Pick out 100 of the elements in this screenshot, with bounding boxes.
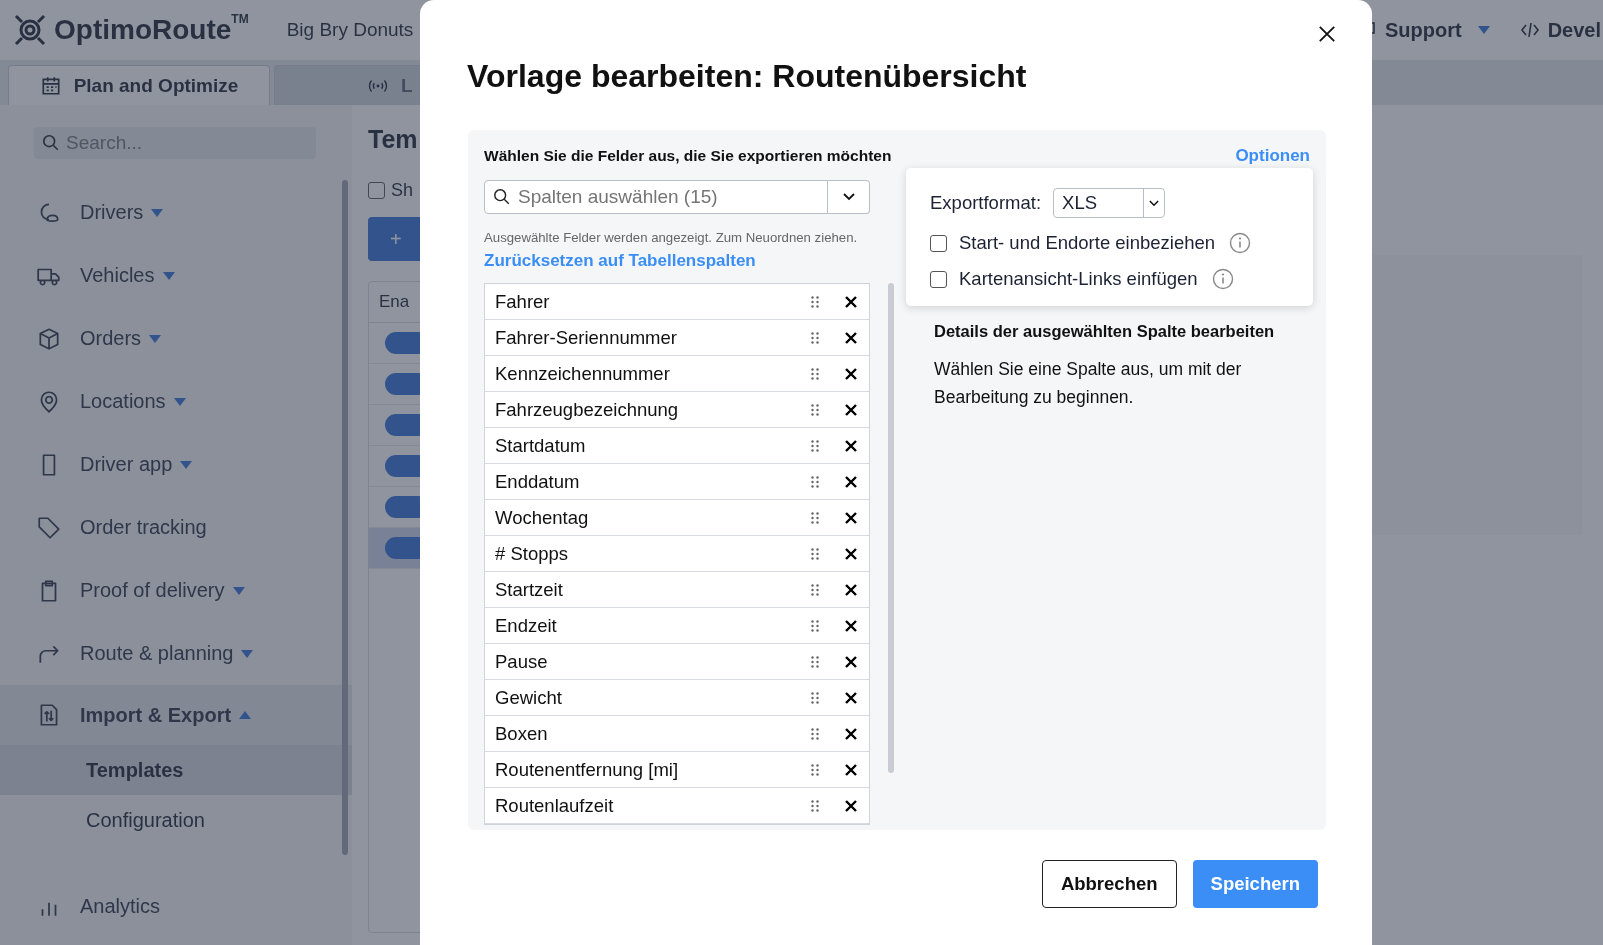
- sidebar-item[interactable]: Locations: [0, 370, 352, 433]
- field-name: # Stopps: [495, 542, 570, 565]
- drag-handle-icon[interactable]: [811, 331, 819, 344]
- scrollbar[interactable]: [342, 180, 348, 855]
- drag-handle-icon[interactable]: [811, 655, 819, 668]
- sidebar-subitem[interactable]: Templates: [0, 745, 352, 795]
- remove-icon[interactable]: [845, 439, 857, 452]
- field-name: Routenlaufzeit: [495, 794, 615, 817]
- sidebar-item[interactable]: Orders: [0, 307, 352, 370]
- drag-handle-icon[interactable]: [811, 475, 819, 488]
- calendar-icon: [39, 74, 62, 97]
- cancel-button[interactable]: Abbrechen: [1041, 860, 1177, 908]
- field-row[interactable]: # Stopps: [485, 536, 869, 572]
- remove-icon[interactable]: [845, 367, 857, 380]
- field-name: Gewicht: [495, 686, 563, 709]
- field-row[interactable]: Boxen: [485, 716, 869, 752]
- page-title: Tem: [368, 125, 418, 154]
- remove-icon[interactable]: [845, 727, 857, 740]
- checkbox-label: Start- und Endorte einbeziehen: [959, 232, 1216, 254]
- info-icon[interactable]: [1211, 268, 1234, 290]
- drag-handle-icon[interactable]: [811, 367, 819, 380]
- field-row[interactable]: Routenentfernung [mi]: [485, 752, 869, 788]
- field-row[interactable]: Endzeit: [485, 608, 869, 644]
- field-name: Endzeit: [495, 614, 558, 637]
- account-name: Big Bry Donuts: [286, 19, 414, 41]
- checkbox[interactable]: [368, 182, 385, 199]
- format-select[interactable]: XLS: [1053, 188, 1166, 218]
- sidebar-item[interactable]: Analytics: [0, 875, 352, 938]
- checkbox-label: Kartenansicht-Links einfügen: [959, 268, 1198, 290]
- drag-handle-icon[interactable]: [811, 619, 819, 632]
- field-row[interactable]: Wochentag: [485, 500, 869, 536]
- remove-icon[interactable]: [845, 763, 857, 776]
- drag-handle-icon[interactable]: [811, 295, 819, 308]
- search-icon: [42, 134, 60, 152]
- code-icon: [1519, 20, 1540, 40]
- options-link[interactable]: Optionen: [1235, 146, 1310, 166]
- field-name: Boxen: [495, 722, 549, 745]
- remove-icon[interactable]: [845, 295, 857, 308]
- column-header: Ena: [379, 292, 410, 312]
- logo-icon: [12, 12, 48, 48]
- sidebar-item[interactable]: Route & planning: [0, 622, 352, 685]
- scrollbar[interactable]: [888, 283, 894, 773]
- field-name: Fahrer-Seriennummer: [495, 326, 678, 349]
- dropdown-button[interactable]: [828, 180, 870, 214]
- drag-handle-icon[interactable]: [811, 547, 819, 560]
- drag-handle-icon[interactable]: [811, 727, 819, 740]
- save-button[interactable]: Speichern: [1192, 860, 1318, 908]
- field-name: Fahrer: [495, 290, 551, 313]
- field-row[interactable]: Fahrer: [485, 284, 869, 320]
- drag-handle-icon[interactable]: [811, 511, 819, 524]
- sidebar-item[interactable]: Proof of delivery: [0, 559, 352, 622]
- field-row[interactable]: Pause: [485, 644, 869, 680]
- hint-text: Ausgewählte Felder werden angezeigt. Zum Neuordnen ziehen.: [484, 230, 859, 245]
- field-row[interactable]: Gewicht: [485, 680, 869, 716]
- remove-icon[interactable]: [845, 331, 857, 344]
- checkbox[interactable]: [930, 270, 947, 288]
- field-row[interactable]: Kennzeichennummer: [485, 356, 869, 392]
- tab[interactable]: Plan and Optimize: [8, 65, 270, 105]
- caret-icon: [1477, 26, 1490, 34]
- remove-icon[interactable]: [845, 583, 857, 596]
- drag-handle-icon[interactable]: [811, 403, 819, 416]
- chevron-down-icon: [842, 193, 855, 201]
- remove-icon[interactable]: [845, 691, 857, 704]
- sidebar-item[interactable]: Driver app: [0, 433, 352, 496]
- drag-handle-icon[interactable]: [811, 799, 819, 812]
- remove-icon[interactable]: [845, 655, 857, 668]
- nav-link[interactable]: Devel: [1519, 18, 1601, 42]
- checkbox-label: Sh: [391, 180, 414, 201]
- sidebar-subitem[interactable]: Configuration: [0, 795, 352, 845]
- drag-handle-icon[interactable]: [811, 583, 819, 596]
- column-search-field[interactable]: Spalten auswählen (15): [484, 180, 828, 214]
- remove-icon[interactable]: [845, 619, 857, 632]
- drag-handle-icon[interactable]: [811, 439, 819, 452]
- info-icon[interactable]: [1229, 232, 1252, 254]
- close-icon[interactable]: [1318, 25, 1336, 43]
- remove-icon[interactable]: [845, 511, 857, 524]
- sidebar-item[interactable]: Order tracking: [0, 496, 352, 559]
- field-name: Routenentfernung [mi]: [495, 758, 680, 781]
- checkbox[interactable]: [930, 234, 947, 252]
- field-name: Wochentag: [495, 506, 590, 529]
- remove-icon[interactable]: [845, 547, 857, 560]
- field-row[interactable]: Fahrzeugbezeichnung: [485, 392, 869, 428]
- drag-handle-icon[interactable]: [811, 691, 819, 704]
- remove-icon[interactable]: [845, 799, 857, 812]
- field-row[interactable]: Fahrer-Seriennummer: [485, 320, 869, 356]
- field-row[interactable]: Enddatum: [485, 464, 869, 500]
- sidebar-item[interactable]: Vehicles: [0, 244, 352, 307]
- field-row[interactable]: Routenlaufzeit: [485, 788, 869, 824]
- drag-handle-icon[interactable]: [811, 763, 819, 776]
- field-row[interactable]: Startdatum: [485, 428, 869, 464]
- details-text: Wählen Sie eine Spalte aus, um mit der Bearbeitung zu beginnen.: [934, 358, 1243, 409]
- sidebar-item[interactable]: Drivers: [0, 181, 352, 244]
- remove-icon[interactable]: [845, 403, 857, 416]
- search-icon: [493, 188, 511, 206]
- chevron-down-icon: [1149, 199, 1160, 207]
- remove-icon[interactable]: [845, 475, 857, 488]
- field-row[interactable]: Startzeit: [485, 572, 869, 608]
- reset-link[interactable]: Zurücksetzen auf Tabellenspalten: [484, 251, 894, 271]
- field-name: Fahrzeugbezeichnung: [495, 398, 680, 421]
- format-label: Exportformat:: [930, 192, 1042, 214]
